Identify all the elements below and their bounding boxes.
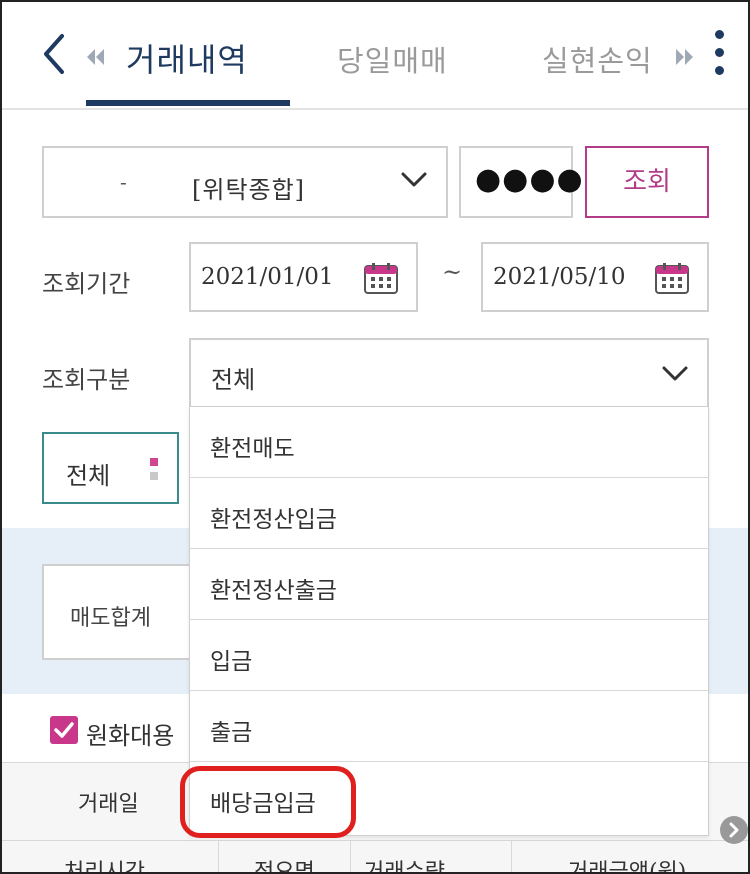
- sell-total-label: 매도합계: [70, 606, 151, 631]
- dropdown-option-fx-settle-deposit[interactable]: 환전정산입금: [190, 478, 708, 549]
- filter-button[interactable]: 전체: [42, 432, 179, 504]
- tab-realized-pnl[interactable]: 실현손익: [542, 38, 653, 80]
- account-number: -: [120, 170, 127, 194]
- annotation-highlight-box: [180, 766, 356, 838]
- kind-selected-value: 전체: [211, 366, 256, 394]
- start-date-value: 2021/01/01: [201, 264, 334, 290]
- chevron-down-icon: [401, 172, 427, 187]
- end-date-field[interactable]: 2021/05/10: [481, 242, 709, 312]
- kind-select[interactable]: 전체: [189, 338, 709, 408]
- col-trade-date: 거래일: [78, 792, 139, 817]
- scroll-tabs-left-icon[interactable]: [86, 48, 106, 66]
- dropdown-option-deposit[interactable]: 입금: [190, 620, 708, 691]
- query-button[interactable]: 조회: [585, 146, 709, 218]
- option-label: 환전매도: [210, 436, 295, 462]
- period-label: 조회기간: [42, 270, 131, 298]
- password-field[interactable]: ●●●●: [459, 146, 583, 218]
- option-label: 출금: [210, 720, 253, 746]
- dropdown-option-fx-settle-withdraw[interactable]: 환전정산출금: [190, 549, 708, 620]
- date-separator: ~: [442, 258, 463, 286]
- col-amount: 거래금액(원): [568, 860, 687, 874]
- option-label: 환전정산출금: [210, 578, 337, 604]
- start-date-field[interactable]: 2021/01/01: [189, 242, 418, 312]
- dropdown-option-withdraw[interactable]: 출금: [190, 691, 708, 762]
- col-divider: [350, 840, 351, 872]
- password-mask: ●●●●: [475, 162, 584, 197]
- col-description: 적요명: [254, 860, 315, 874]
- tab-same-day-trading[interactable]: 당일매매: [337, 38, 448, 80]
- back-arrow-icon[interactable]: [40, 32, 70, 76]
- calendar-icon[interactable]: [655, 262, 689, 294]
- active-tab-indicator: [86, 100, 290, 106]
- option-label: 환전정산입금: [210, 507, 337, 533]
- more-vertical-icon[interactable]: [715, 30, 725, 80]
- account-select[interactable]: - [위탁종합]: [42, 146, 448, 218]
- filter-label: 전체: [66, 462, 111, 490]
- dropdown-option-fx-sell[interactable]: 환전매도: [190, 407, 708, 478]
- sort-down-icon: [150, 472, 158, 480]
- top-nav: 거래내역 당일매매 실현손익: [2, 2, 748, 110]
- scroll-tabs-right-icon[interactable]: [675, 48, 695, 66]
- table-header-divider: [2, 840, 748, 841]
- calendar-icon[interactable]: [364, 262, 398, 294]
- col-divider: [218, 840, 219, 872]
- scroll-right-icon[interactable]: [720, 816, 748, 844]
- tab-transaction-history[interactable]: 거래내역: [126, 35, 248, 81]
- check-icon: [54, 722, 74, 738]
- kind-label: 조회구분: [42, 366, 131, 394]
- end-date-value: 2021/05/10: [493, 264, 626, 290]
- chevron-down-icon: [662, 366, 688, 381]
- sort-up-icon: [150, 458, 158, 466]
- col-divider: [511, 840, 512, 872]
- krw-substitute-checkbox[interactable]: [50, 716, 78, 744]
- account-type-label: [위탁종합]: [192, 176, 306, 204]
- col-process-time: 처리시간: [64, 860, 145, 874]
- col-quantity: 거래수량: [364, 860, 445, 874]
- app-frame: 거래내역 당일매매 실현손익 - [위탁종합] ●●●● 조회 조회기간 202…: [0, 0, 750, 874]
- krw-substitute-label: 원화대용: [86, 722, 175, 750]
- option-label: 입금: [210, 649, 253, 675]
